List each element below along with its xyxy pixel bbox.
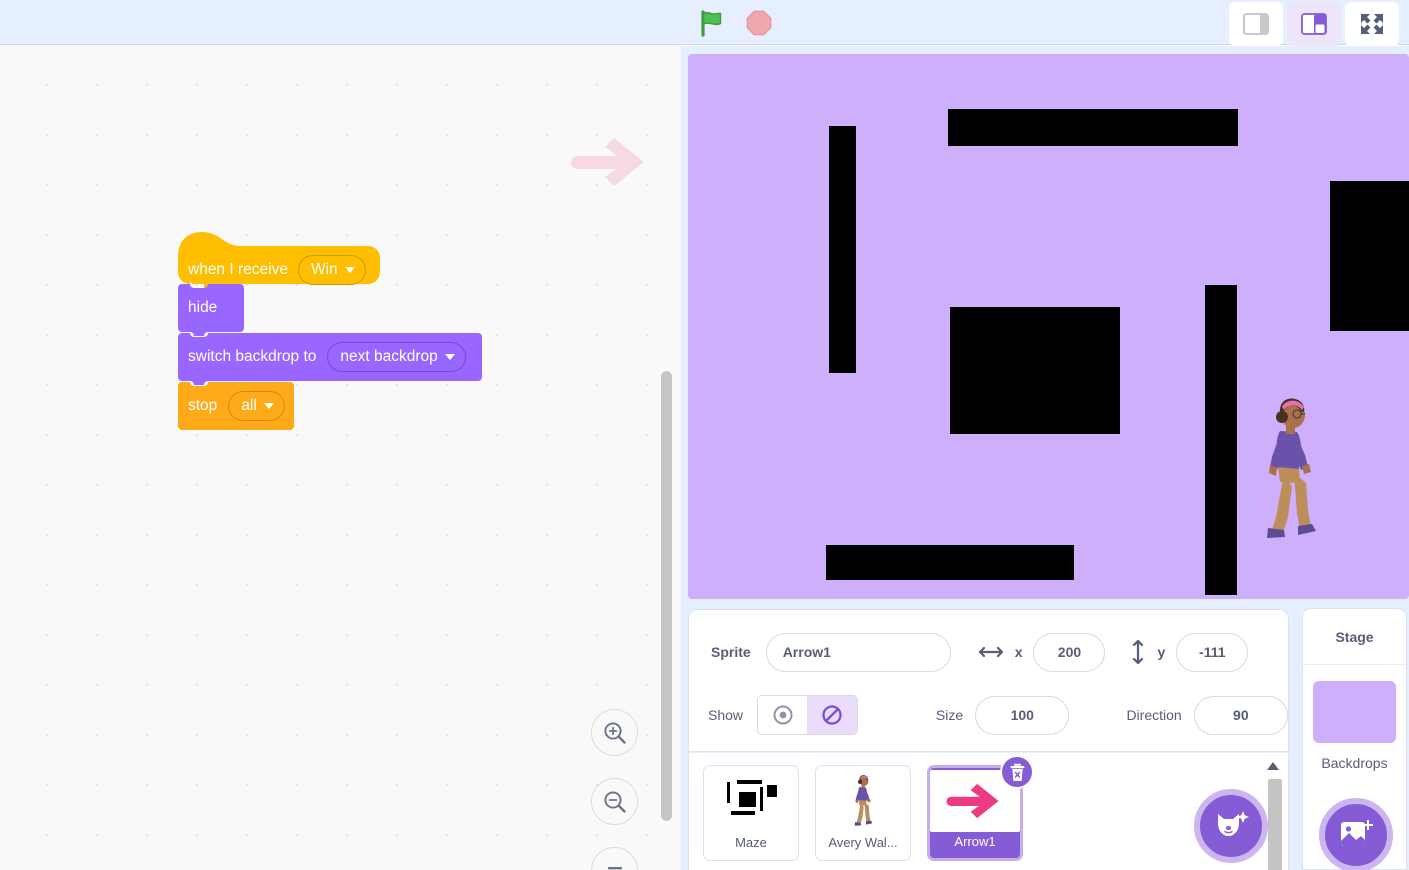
- stage-canvas[interactable]: [688, 54, 1409, 599]
- sprite-tile-label: Maze: [735, 835, 767, 850]
- small-stage-button[interactable]: [1229, 2, 1283, 46]
- stop-dropdown[interactable]: all: [228, 391, 285, 421]
- sprite-list-scrollbar[interactable]: [1268, 779, 1282, 870]
- stage-thumbnail[interactable]: [1313, 681, 1396, 743]
- stop-button[interactable]: [742, 6, 776, 40]
- block-hide[interactable]: hide: [178, 284, 244, 332]
- y-value: -111: [1199, 644, 1225, 660]
- arrow-watermark-icon: [568, 134, 654, 190]
- chevron-down-icon: [264, 403, 274, 409]
- zoom-in-button[interactable]: [591, 709, 638, 756]
- direction-input[interactable]: 90: [1194, 696, 1288, 735]
- add-backdrop-button[interactable]: [1319, 798, 1393, 870]
- block-switch-backdrop[interactable]: switch backdrop to next backdrop: [178, 333, 482, 381]
- chevron-down-icon: [445, 354, 455, 360]
- sprite-name-input[interactable]: Arrow1: [766, 633, 951, 672]
- x-value: 200: [1058, 644, 1081, 660]
- show-toggle-group: [757, 695, 858, 735]
- code-workspace[interactable]: when I receive Win hide: [0, 46, 681, 870]
- sprite-name-label: Sprite: [711, 644, 751, 660]
- y-input[interactable]: -111: [1176, 633, 1248, 672]
- sprite-info-row-1: Sprite Arrow1 x 200 y: [689, 628, 1288, 676]
- maze-wall: [950, 307, 1120, 434]
- block-label-hide: hide: [186, 299, 219, 317]
- normal-stage-button[interactable]: [1287, 2, 1341, 46]
- stop-dropdown-value: all: [241, 397, 257, 415]
- zoom-controls: [591, 709, 638, 870]
- size-label: Size: [936, 707, 963, 723]
- maze-wall: [826, 545, 1074, 580]
- show-hidden-button[interactable]: [807, 696, 856, 734]
- zoom-reset-button[interactable]: [591, 847, 638, 870]
- x-label: x: [1015, 644, 1023, 660]
- switch-backdrop-dropdown[interactable]: next backdrop: [327, 342, 465, 372]
- sprite-tile-avery-walking[interactable]: Avery Wal...: [815, 765, 911, 861]
- x-position-arrow-icon: [979, 645, 1003, 659]
- delete-sprite-button[interactable]: [1000, 755, 1034, 789]
- block-label-when-i-receive: when I receive: [186, 261, 290, 279]
- sprite-info-row-2: Show Size: [689, 691, 1288, 739]
- y-label: y: [1157, 644, 1165, 660]
- when-i-receive-dropdown-value: Win: [311, 261, 338, 279]
- sprite-tile-maze[interactable]: Maze: [703, 765, 799, 861]
- x-input[interactable]: 200: [1033, 633, 1105, 672]
- show-label: Show: [708, 707, 743, 723]
- show-visible-button[interactable]: [758, 696, 807, 734]
- size-value: 100: [1011, 707, 1034, 723]
- workspace-vertical-scrollbar[interactable]: [661, 371, 672, 821]
- maze-wall: [1330, 181, 1409, 331]
- block-stop[interactable]: stop all: [178, 382, 294, 430]
- direction-value: 90: [1233, 707, 1249, 723]
- add-sprite-button[interactable]: [1194, 789, 1268, 863]
- stage-size-controls: [1229, 2, 1399, 46]
- zoom-out-button[interactable]: [591, 778, 638, 825]
- stage-panel-title: Stage: [1303, 609, 1406, 665]
- chevron-down-icon: [345, 267, 355, 273]
- green-flag-button[interactable]: [695, 6, 729, 40]
- sprite-tile-arrow1[interactable]: Arrow1: [927, 765, 1023, 861]
- size-input[interactable]: 100: [975, 696, 1069, 735]
- switch-backdrop-dropdown-value: next backdrop: [340, 348, 437, 366]
- stage-and-sprite-panel: Sprite Arrow1 x 200 y: [681, 46, 1409, 870]
- sprite-name-value: Arrow1: [783, 644, 831, 660]
- block-label-switch-backdrop: switch backdrop to: [186, 348, 318, 366]
- when-i-receive-dropdown[interactable]: Win: [298, 255, 366, 285]
- sprite-list-scroll-up-button[interactable]: [1264, 757, 1282, 775]
- block-label-stop: stop: [186, 397, 219, 415]
- maze-wall: [1205, 285, 1237, 595]
- maze-wall: [829, 126, 856, 373]
- y-position-arrow-icon: [1131, 640, 1145, 664]
- sprite-info-panel: Sprite Arrow1 x 200 y: [688, 609, 1289, 752]
- scratch-editor: when I receive Win hide: [0, 0, 1409, 870]
- block-when-i-receive[interactable]: when I receive Win: [178, 228, 378, 288]
- stage-selector-panel[interactable]: Stage Backdrops: [1302, 608, 1407, 870]
- direction-label: Direction: [1126, 707, 1181, 723]
- menu-bar: [0, 0, 1409, 45]
- avery-walking-thumbnail-icon: [818, 767, 908, 833]
- sprite-tile-label: Arrow1: [954, 834, 995, 849]
- maze-wall: [948, 109, 1238, 146]
- avery-walking-sprite[interactable]: [1250, 387, 1330, 547]
- sprite-tile-label: Avery Wal...: [828, 835, 897, 850]
- maze-thumbnail-icon: [706, 767, 796, 833]
- backdrops-label: Backdrops: [1303, 755, 1406, 771]
- script-stack[interactable]: when I receive Win hide: [178, 228, 482, 430]
- fullscreen-button[interactable]: [1345, 2, 1399, 46]
